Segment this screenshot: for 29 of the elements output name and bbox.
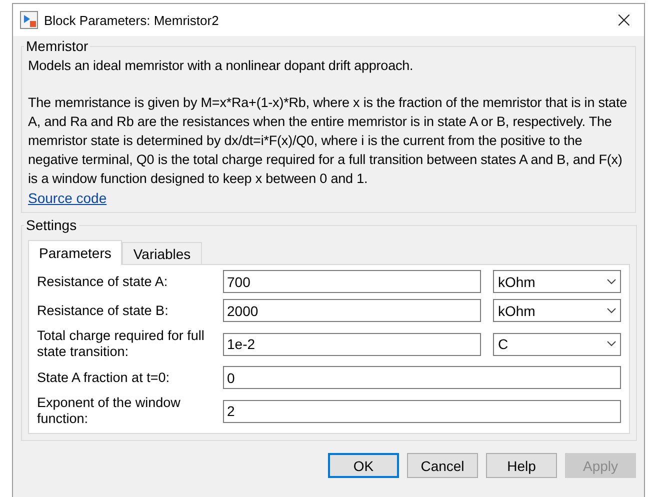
input-field[interactable]: 700 bbox=[223, 270, 481, 293]
group-title: Memristor bbox=[25, 38, 90, 54]
summary-text: Models an ideal memristor with a nonlinear dopant drift approach. bbox=[28, 57, 414, 75]
source-code-link[interactable]: Source code bbox=[28, 190, 107, 206]
input-field[interactable]: 0 bbox=[223, 366, 621, 389]
input-field[interactable]: 1e-2 bbox=[223, 332, 481, 356]
tab[interactable]: Variables bbox=[122, 242, 202, 265]
unit-dropdown[interactable]: kOhm bbox=[493, 299, 621, 322]
parameter-label: Exponent of the window function: bbox=[37, 395, 182, 427]
parameter-label: State A fraction at t=0: bbox=[37, 370, 170, 386]
chevron-down-icon bbox=[607, 278, 616, 284]
chevron-down-icon bbox=[607, 308, 616, 314]
unit-dropdown[interactable]: kOhm bbox=[493, 270, 621, 293]
description-text: The memristance is given by M=x*Ra+(1-x)*Rb, where x is the fraction of the memristor that is in state A, and Ra and Rb are the resistances when the entire memristor is in state A or B, respectively. The memristor state is determined by dx/dt=i*F(x)/Q0, where i is the current from the positive to the negative terminal, Q0 is the total charge required for a full transition between states A and B, and F(x) is a window function designed to keep x between 0 and 1. bbox=[28, 94, 628, 188]
block-icon bbox=[20, 11, 38, 29]
unit-dropdown[interactable]: C bbox=[493, 332, 621, 356]
dialog-button[interactable]: Cancel bbox=[407, 453, 478, 478]
dialog-button[interactable]: OK bbox=[328, 453, 399, 478]
close-button[interactable]: × bbox=[604, 4, 644, 36]
input-field[interactable]: 2000 bbox=[223, 299, 481, 322]
parameter-label: Resistance of state A: bbox=[37, 274, 169, 290]
parameter-label: Total charge required for full state transition: bbox=[37, 328, 206, 360]
chevron-down-icon bbox=[607, 341, 616, 347]
window-title: Block Parameters: Memristor2 bbox=[44, 12, 220, 28]
tab[interactable]: Parameters bbox=[28, 240, 122, 265]
group-title: Settings bbox=[25, 217, 78, 233]
input-field[interactable]: 2 bbox=[223, 400, 621, 422]
parameter-label: Resistance of state B: bbox=[37, 302, 170, 318]
dialog-button[interactable]: Help bbox=[486, 453, 557, 478]
